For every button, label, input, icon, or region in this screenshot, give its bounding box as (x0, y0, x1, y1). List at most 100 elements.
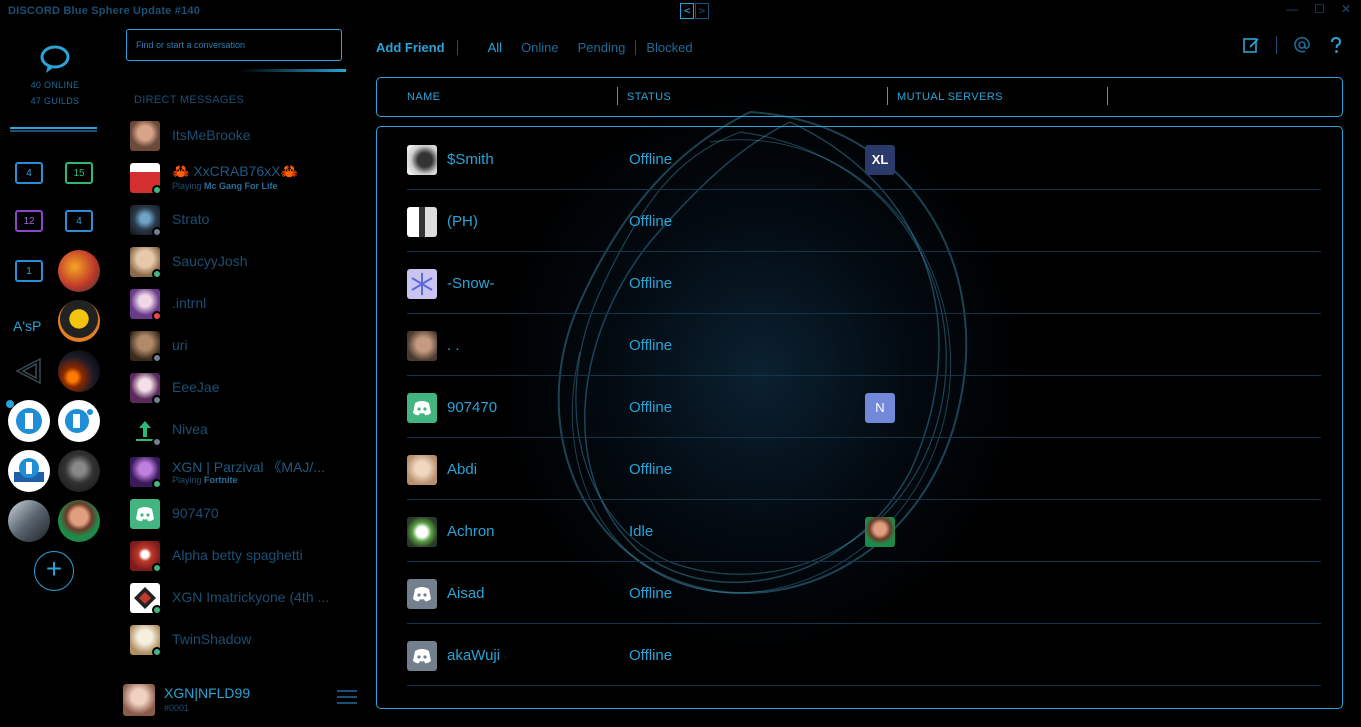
dm-item[interactable]: .intrnl (130, 287, 355, 321)
dm-item[interactable]: EeeJae (130, 371, 355, 405)
guild-folder[interactable]: 4 (15, 162, 43, 184)
add-server-button[interactable]: + (34, 551, 74, 591)
status-online-indicator (152, 563, 162, 573)
guild-icon[interactable] (58, 500, 100, 542)
friend-name: akaWuji (447, 647, 501, 664)
dm-item[interactable]: 🦀 XxCRAB76xX🦀 Playing Mc Gang For Life (130, 161, 355, 195)
status-online-indicator (152, 269, 162, 279)
friend-row[interactable]: Achron Idle (407, 500, 1321, 562)
activity-game: Fortnite (204, 475, 238, 485)
status-offline-indicator (152, 437, 162, 447)
friends-tabs: Add Friend All Online Pending Blocked (376, 37, 712, 57)
online-count: 40 ONLINE (30, 80, 80, 90)
dm-item[interactable]: SaucyyJosh (130, 245, 355, 279)
friend-row[interactable]: (PH) Offline (407, 190, 1321, 252)
dm-item[interactable]: XGN Imatrickyone (4th ... (130, 581, 355, 615)
status-online-indicator (152, 605, 162, 615)
dm-item[interactable]: 907470 (130, 497, 355, 531)
friend-name: -Snow- (447, 275, 495, 292)
triangle-guild-icon[interactable] (12, 354, 46, 388)
avatar (407, 207, 437, 237)
add-friend-button[interactable]: Add Friend (376, 39, 458, 55)
mutual-server-icon[interactable]: N (865, 393, 895, 423)
title-bar: DISCORD Blue Sphere Update #140 < > — ☐ … (0, 0, 1361, 22)
home-divider (10, 127, 97, 132)
friend-status: Offline (629, 585, 673, 602)
dm-name: Strato (172, 211, 210, 227)
mutual-server-icon[interactable]: XL (865, 145, 895, 175)
friend-row[interactable]: Abdi Offline (407, 438, 1321, 500)
friend-status: Offline (629, 647, 673, 664)
column-name[interactable]: NAME (407, 91, 440, 103)
dm-item[interactable]: Alpha betty spaghetti (130, 539, 355, 573)
guild-folder[interactable]: 1 (15, 260, 43, 282)
mutual-server-icon[interactable] (865, 517, 895, 547)
dm-item[interactable]: ItsMeBrooke (130, 119, 355, 153)
dm-name: TwinShadow (172, 631, 252, 647)
guild-icon[interactable] (58, 450, 100, 492)
mention-icon[interactable] (1293, 36, 1311, 54)
avatar[interactable] (123, 684, 155, 716)
status-offline-indicator (152, 395, 162, 405)
friend-name: Achron (447, 523, 495, 540)
guild-folder[interactable]: 15 (65, 162, 93, 184)
guild-text-icon[interactable]: A'sP (13, 318, 41, 334)
user-panel: XGN|NFLD99 #0001 (123, 682, 363, 720)
back-button[interactable]: < (680, 3, 694, 19)
friend-status: Offline (629, 275, 673, 292)
tab-online[interactable]: Online (521, 40, 559, 55)
column-status[interactable]: STATUS (627, 91, 671, 103)
minimize-button[interactable]: — (1286, 2, 1298, 16)
avatar (407, 579, 437, 609)
guild-folder[interactable]: 12 (15, 210, 43, 232)
dm-item[interactable]: Strato (130, 203, 355, 237)
avatar (407, 145, 437, 175)
dm-name: 🦀 XxCRAB76xX🦀 (172, 163, 298, 179)
guild-icon[interactable] (8, 400, 50, 442)
guild-icon[interactable] (58, 350, 100, 392)
dm-sidebar: Find or start a conversation DIRECT MESS… (115, 22, 360, 727)
window-controls: — ☐ ✕ (1286, 2, 1351, 16)
column-mutual-servers[interactable]: MUTUAL SERVERS (897, 91, 1003, 103)
friends-column-header: NAME STATUS MUTUAL SERVERS (376, 77, 1343, 117)
settings-icon[interactable] (337, 690, 357, 712)
guild-icon[interactable] (8, 500, 50, 542)
tab-all[interactable]: All (488, 40, 502, 55)
status-online-indicator (152, 647, 162, 657)
guild-icon[interactable] (58, 300, 100, 342)
tab-pending[interactable]: Pending (578, 39, 637, 55)
friend-row[interactable]: . . Offline (407, 314, 1321, 376)
dm-item[interactable]: TwinShadow (130, 623, 355, 657)
help-icon[interactable] (1327, 36, 1345, 54)
column-divider (617, 87, 618, 105)
avatar (407, 393, 437, 423)
dm-item[interactable]: Nivea (130, 413, 355, 447)
new-dm-icon[interactable] (1242, 36, 1260, 54)
activity-prefix: Playing (172, 181, 202, 191)
guild-icon[interactable] (8, 450, 50, 492)
dm-item[interactable]: uri (130, 329, 355, 363)
close-button[interactable]: ✕ (1341, 2, 1351, 16)
guild-icon[interactable] (58, 400, 100, 442)
dm-item[interactable]: XGN | Parzival 《MAJ/... Playing Fortnite (130, 455, 355, 489)
friend-row[interactable]: Aisad Offline (407, 562, 1321, 624)
tab-blocked[interactable]: Blocked (646, 40, 692, 55)
column-divider (1107, 87, 1108, 105)
discord-logo-icon (413, 587, 431, 602)
guild-logo-icon (65, 409, 93, 433)
friend-row[interactable]: akaWuji Offline (407, 624, 1321, 686)
status-online-indicator (152, 185, 162, 195)
friend-row[interactable]: -Snow- Offline (407, 252, 1321, 314)
search-input[interactable]: Find or start a conversation (126, 29, 342, 61)
guild-icon[interactable] (58, 250, 100, 292)
friend-row[interactable]: $Smith Offline XL (407, 128, 1321, 190)
maximize-button[interactable]: ☐ (1314, 2, 1325, 16)
forward-button[interactable]: > (695, 3, 709, 19)
avatar (130, 499, 160, 529)
guild-folder[interactable]: 4 (65, 210, 93, 232)
home-button[interactable]: 40 ONLINE 47 GUILDS (0, 42, 110, 106)
status-offline-indicator (152, 353, 162, 363)
friend-row[interactable]: 907470 Offline N (407, 376, 1321, 438)
friend-name: Abdi (447, 461, 478, 478)
friend-status: Offline (629, 337, 673, 354)
